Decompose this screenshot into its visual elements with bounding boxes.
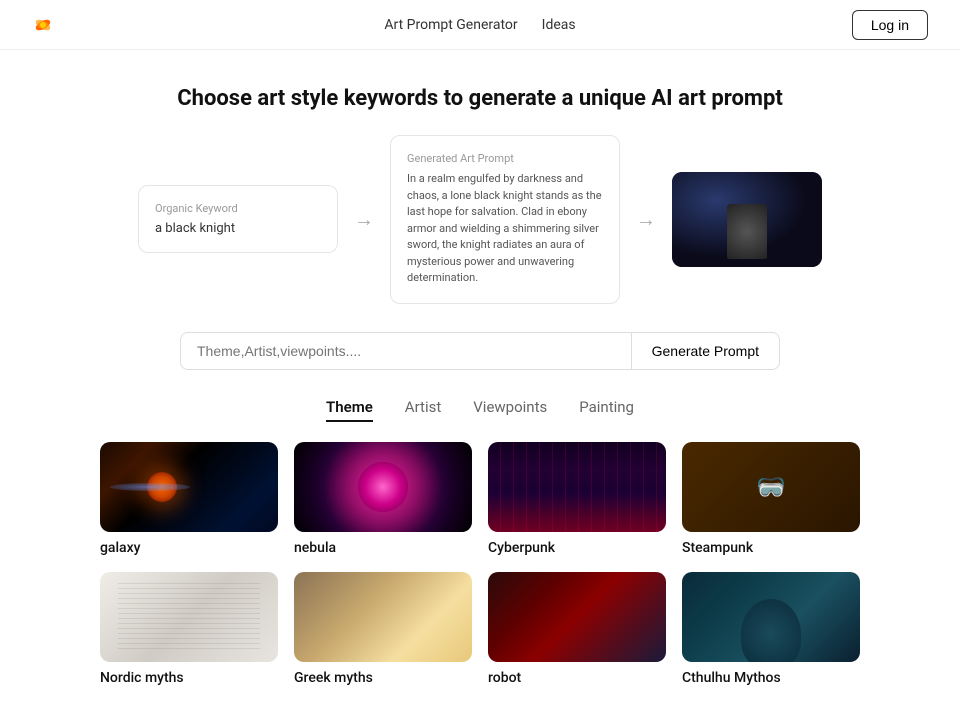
grid-item-nebula[interactable]: nebula [294, 442, 472, 556]
logo-icon [32, 14, 54, 36]
greek-myths-label: Greek myths [294, 670, 472, 686]
robot-label: robot [488, 670, 666, 686]
search-input[interactable] [181, 333, 631, 369]
steampunk-label: Steampunk [682, 540, 860, 556]
generated-art-prompt-card: Generated Art Prompt In a realm engulfed… [390, 135, 620, 304]
demo-result-image-inner [672, 172, 822, 267]
generate-prompt-button[interactable]: Generate Prompt [631, 333, 779, 369]
grid-item-galaxy[interactable]: galaxy [100, 442, 278, 556]
galaxy-image [100, 442, 278, 532]
nebula-image [294, 442, 472, 532]
tab-artist[interactable]: Artist [405, 398, 441, 422]
cthulhu-mythos-image [682, 572, 860, 662]
generated-art-prompt-label: Generated Art Prompt [407, 152, 603, 165]
hero-section: Choose art style keywords to generate a … [0, 50, 960, 135]
demo-result-image [672, 172, 822, 267]
organic-keyword-card: Organic Keyword a black knight [138, 185, 338, 253]
organic-keyword-value: a black knight [155, 221, 321, 236]
nordic-myths-label: Nordic myths [100, 670, 278, 686]
nav-logo-area [32, 14, 54, 36]
greek-myths-image [294, 572, 472, 662]
robot-image [488, 572, 666, 662]
nav-link-art-prompt-generator[interactable]: Art Prompt Generator [384, 17, 517, 33]
arrow-1-icon: → [354, 207, 374, 232]
nav-links: Art Prompt Generator Ideas [384, 17, 575, 33]
search-bar: Generate Prompt [180, 332, 780, 370]
galaxy-label: galaxy [100, 540, 278, 556]
cthulhu-mythos-label: Cthulhu Mythos [682, 670, 860, 686]
category-tabs: Theme Artist Viewpoints Painting [0, 398, 960, 422]
generated-art-prompt-text: In a realm engulfed by darkness and chao… [407, 171, 603, 287]
steampunk-image [682, 442, 860, 532]
tab-painting[interactable]: Painting [579, 398, 634, 422]
hero-title: Choose art style keywords to generate a … [20, 86, 940, 111]
grid-item-cthulhu-mythos[interactable]: Cthulhu Mythos [682, 572, 860, 686]
demo-knight-figure [727, 204, 767, 259]
grid-item-robot[interactable]: robot [488, 572, 666, 686]
arrow-2-icon: → [636, 207, 656, 232]
theme-grid: galaxy nebula Cyberpunk Steampunk Nordic myt… [80, 442, 880, 716]
navbar: Art Prompt Generator Ideas Log in [0, 0, 960, 50]
grid-item-steampunk[interactable]: Steampunk [682, 442, 860, 556]
demo-section: Organic Keyword a black knight → Generat… [130, 135, 830, 304]
nav-link-ideas[interactable]: Ideas [542, 17, 576, 33]
cyberpunk-label: Cyberpunk [488, 540, 666, 556]
nebula-label: nebula [294, 540, 472, 556]
tab-theme[interactable]: Theme [326, 398, 373, 422]
grid-item-nordic-myths[interactable]: Nordic myths [100, 572, 278, 686]
organic-keyword-label: Organic Keyword [155, 202, 321, 215]
tab-viewpoints[interactable]: Viewpoints [473, 398, 547, 422]
nordic-myths-image [100, 572, 278, 662]
grid-item-greek-myths[interactable]: Greek myths [294, 572, 472, 686]
login-button[interactable]: Log in [852, 10, 928, 40]
cyberpunk-image [488, 442, 666, 532]
grid-item-cyberpunk[interactable]: Cyberpunk [488, 442, 666, 556]
